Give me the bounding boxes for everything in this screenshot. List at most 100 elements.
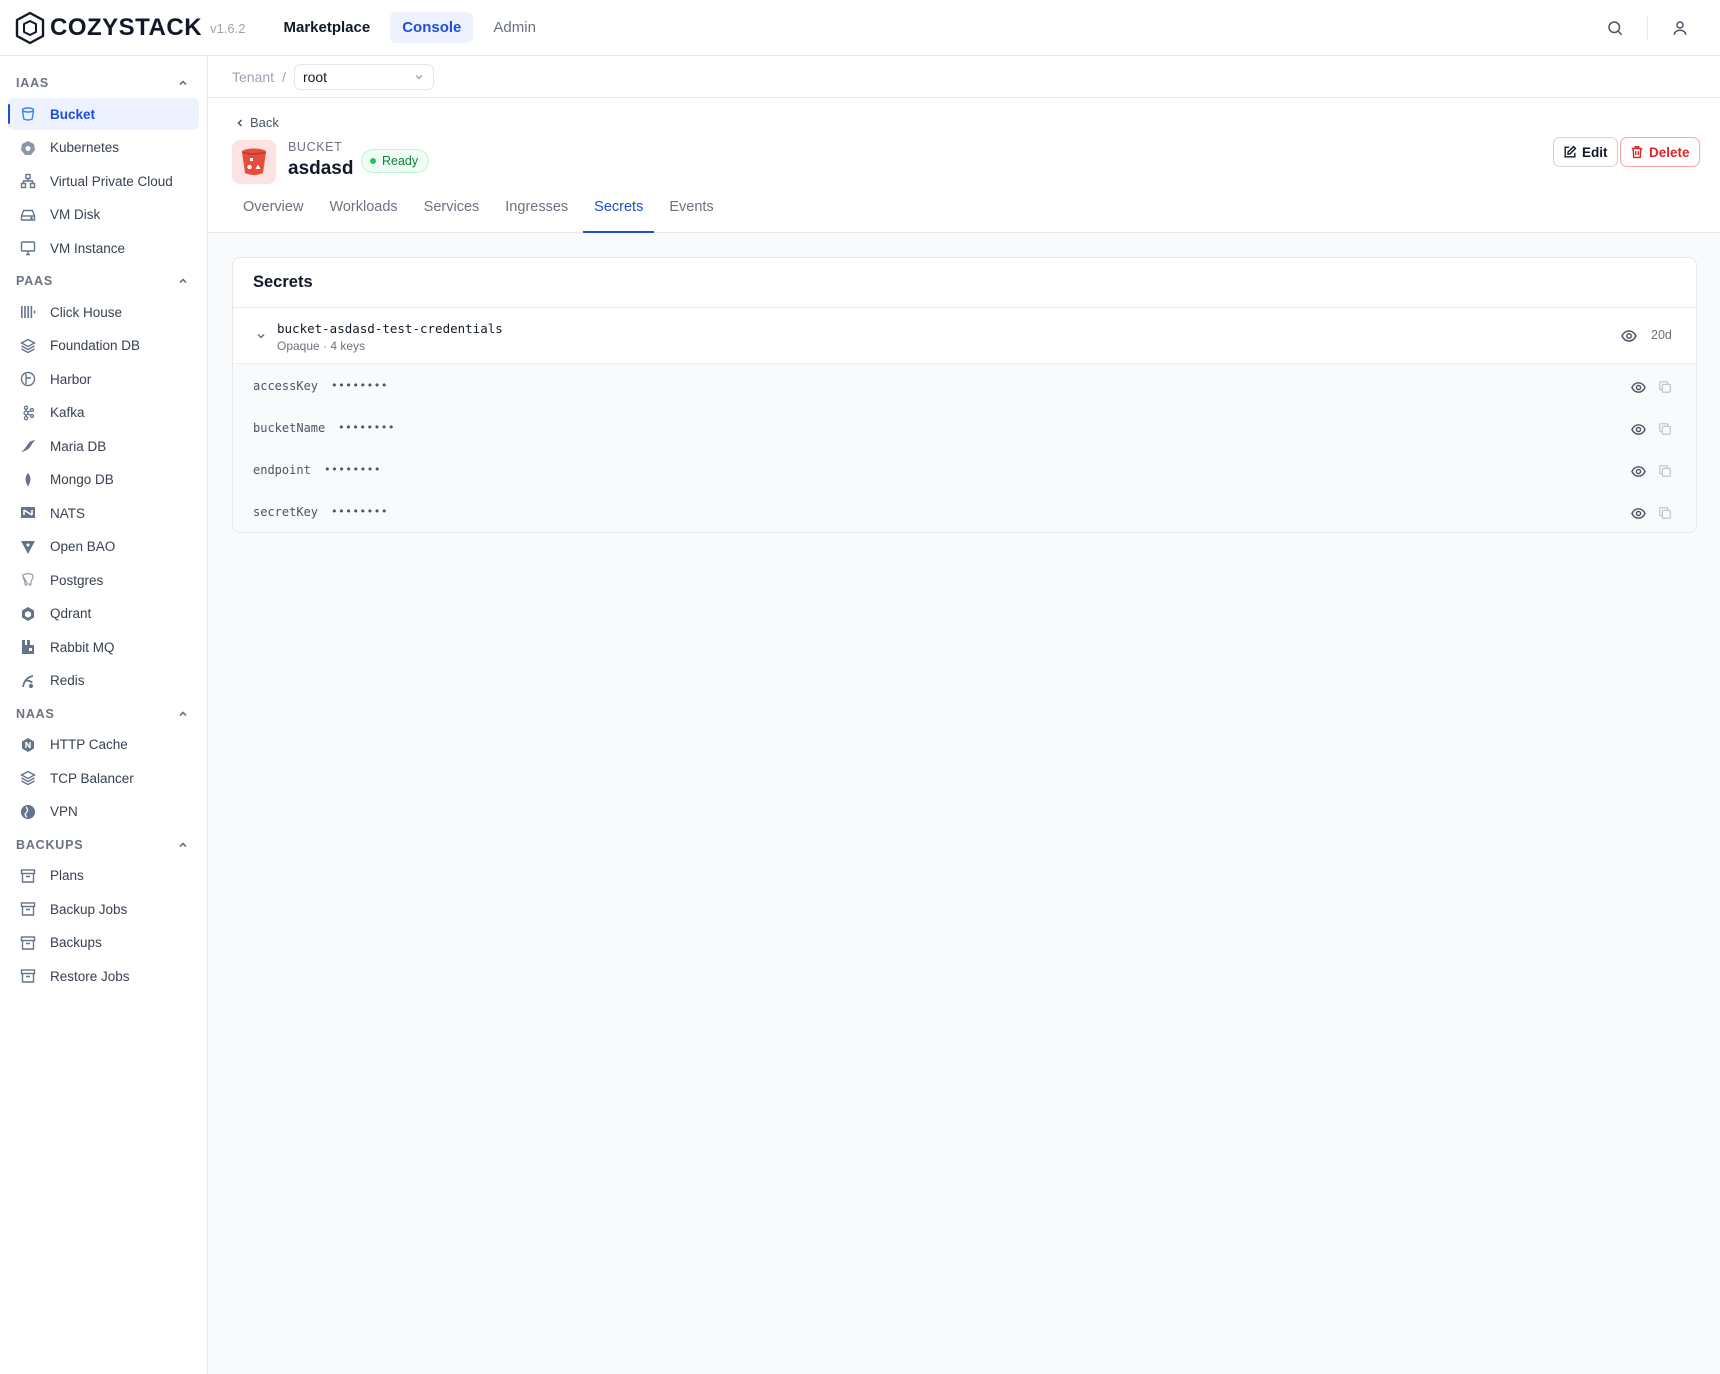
copy-icon[interactable] xyxy=(1658,464,1672,478)
sidebar-item-backups[interactable]: Backups xyxy=(8,927,199,959)
sidebar-item-kubernetes[interactable]: Kubernetes xyxy=(8,132,199,164)
logo[interactable]: COZYSTACK v1.6.2 xyxy=(14,10,245,46)
eye-icon[interactable] xyxy=(1631,506,1646,521)
topnav-console[interactable]: Console xyxy=(390,12,474,43)
search-icon[interactable] xyxy=(1603,16,1627,40)
sidebar-item-mongo-db[interactable]: Mongo DB xyxy=(8,464,199,496)
sidebar-item-label: Virtual Private Cloud xyxy=(50,173,173,189)
postgres-icon xyxy=(20,572,36,588)
top-nav: Marketplace Console Admin xyxy=(271,12,547,43)
top-actions xyxy=(1603,0,1692,56)
sidebar-item-harbor[interactable]: Harbor xyxy=(8,363,199,395)
eye-icon[interactable] xyxy=(1631,422,1646,437)
section-naas[interactable]: NAAS xyxy=(0,699,207,729)
sidebar-item-nats[interactable]: NATS xyxy=(8,497,199,529)
version-label: v1.6.2 xyxy=(210,21,246,36)
sidebar-item-label: Qdrant xyxy=(50,606,92,621)
sidebar-item-click-house[interactable]: Click House xyxy=(8,296,199,328)
sidebar-item-rabbit-mq[interactable]: Rabbit MQ xyxy=(8,631,199,663)
archive-icon xyxy=(20,901,36,917)
sidebar-item-vpn[interactable]: VPN xyxy=(8,796,199,828)
topnav-marketplace[interactable]: Marketplace xyxy=(271,12,382,43)
copy-icon[interactable] xyxy=(1658,506,1672,520)
tab-ingresses[interactable]: Ingresses xyxy=(494,184,579,230)
http-cache-icon xyxy=(20,737,36,753)
back-label: Back xyxy=(250,115,279,130)
monitor-icon xyxy=(20,240,36,256)
copy-icon[interactable] xyxy=(1658,380,1672,394)
eye-icon[interactable] xyxy=(1631,380,1646,395)
copy-icon[interactable] xyxy=(1658,422,1672,436)
status-dot xyxy=(370,158,376,164)
sidebar-item-virtual-private-cloud[interactable]: Virtual Private Cloud xyxy=(8,165,199,197)
chevron-down-icon[interactable] xyxy=(255,330,267,342)
nats-icon xyxy=(20,505,36,521)
brand-name: COZYSTACK xyxy=(50,13,203,41)
vpn-icon xyxy=(20,804,36,820)
sidebar-item-plans[interactable]: Plans xyxy=(8,860,199,892)
archive-icon xyxy=(20,968,36,984)
back-link[interactable]: Back xyxy=(234,115,279,130)
status-badge: Ready xyxy=(361,149,430,173)
key-value-masked: •••••••• xyxy=(338,421,395,434)
sidebar-item-label: Open BAO xyxy=(50,539,116,554)
breadcrumb-separator: / xyxy=(282,68,286,85)
section-iaas[interactable]: IAAS xyxy=(0,68,207,98)
key-value-masked: •••••••• xyxy=(324,463,381,476)
sidebar-item-label: Kubernetes xyxy=(50,140,120,155)
sidebar-item-label: VM Instance xyxy=(50,240,126,256)
sidebar-item-label: Backup Jobs xyxy=(50,901,128,917)
eye-icon[interactable] xyxy=(1621,328,1637,344)
tab-secrets[interactable]: Secrets xyxy=(583,184,655,233)
bucket-resource-icon xyxy=(232,140,276,184)
sidebar-item-label: HTTP Cache xyxy=(50,737,128,752)
tenant-select[interactable]: root xyxy=(293,63,434,90)
sidebar-item-http-cache[interactable]: HTTP Cache xyxy=(8,729,199,761)
mongodb-icon xyxy=(20,472,36,488)
section-paas[interactable]: PAAS xyxy=(0,266,207,296)
sidebar-item-label: Backups xyxy=(50,935,102,950)
sidebar-item-redis[interactable]: Redis xyxy=(8,665,199,697)
tab-overview[interactable]: Overview xyxy=(232,184,314,230)
sidebar-item-open-bao[interactable]: Open BAO xyxy=(8,531,199,563)
user-icon[interactable] xyxy=(1668,16,1692,40)
sidebar-item-label: Harbor xyxy=(50,371,92,387)
sidebar-item-qdrant[interactable]: Qdrant xyxy=(8,598,199,630)
sidebar-item-label: Click House xyxy=(50,304,123,320)
sidebar-item-label: Rabbit MQ xyxy=(50,639,115,655)
tab-bar: Overview Workloads Services Ingresses Se… xyxy=(232,184,729,233)
status-text: Ready xyxy=(382,154,419,168)
key-value-masked: •••••••• xyxy=(331,505,388,518)
breadcrumb-tenant[interactable]: Tenant xyxy=(232,69,274,85)
section-title: IAAS xyxy=(16,76,50,90)
resource-kind: BUCKET xyxy=(288,140,343,154)
eye-icon[interactable] xyxy=(1631,464,1646,479)
section-title: BACKUPS xyxy=(16,837,84,852)
sidebar-item-postgres[interactable]: Postgres xyxy=(8,564,199,596)
delete-button[interactable]: Delete xyxy=(1620,137,1700,167)
secret-row[interactable]: bucket-asdasd-test-credentials Opaque · … xyxy=(233,308,1696,364)
sidebar-item-bucket[interactable]: Bucket xyxy=(8,98,199,130)
sidebar-item-foundation-db[interactable]: Foundation DB xyxy=(8,330,199,362)
sidebar-item-maria-db[interactable]: Maria DB xyxy=(8,430,199,462)
secret-keys: accessKey •••••••• bucketName •••••••• e… xyxy=(233,364,1696,532)
sidebar-item-backup-jobs[interactable]: Backup Jobs xyxy=(8,893,199,925)
key-name: secretKey xyxy=(253,505,319,519)
sidebar-item-vm-disk[interactable]: VM Disk xyxy=(8,199,199,231)
section-title: PAAS xyxy=(16,274,54,288)
sidebar-item-kafka[interactable]: Kafka xyxy=(8,397,199,429)
tab-events[interactable]: Events xyxy=(658,184,724,230)
sidebar-item-label: Kafka xyxy=(50,405,85,420)
sidebar-item-vm-instance[interactable]: VM Instance xyxy=(8,232,199,264)
edit-button[interactable]: Edit xyxy=(1553,137,1618,167)
sidebar-item-restore-jobs[interactable]: Restore Jobs xyxy=(8,960,199,992)
tab-services[interactable]: Services xyxy=(413,184,491,230)
section-backups[interactable]: BACKUPS xyxy=(0,830,207,860)
tab-workloads[interactable]: Workloads xyxy=(318,184,408,230)
resource-header: Back BUCKET asdasd Ready Edit Delete Ove… xyxy=(208,98,1720,233)
sidebar-item-tcp-balancer[interactable]: TCP Balancer xyxy=(8,762,199,794)
breadcrumb: Tenant / root xyxy=(208,56,1720,98)
tenant-select-value: root xyxy=(302,68,328,85)
key-name: bucketName xyxy=(253,421,326,435)
topnav-admin[interactable]: Admin xyxy=(481,12,548,43)
